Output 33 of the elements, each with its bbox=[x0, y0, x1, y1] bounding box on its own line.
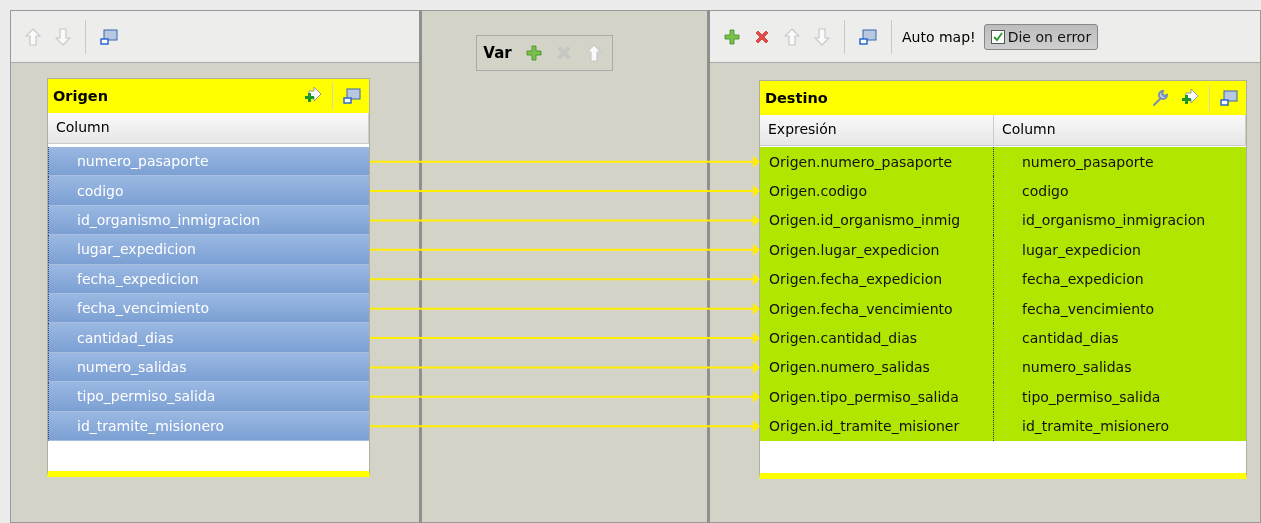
window-icon[interactable] bbox=[1220, 90, 1238, 106]
table-cell-text: id_organismo_inmigracion bbox=[1021, 212, 1206, 229]
table-cell-text: lugar_expedicion bbox=[1021, 241, 1141, 258]
checkmark-icon bbox=[992, 31, 1003, 42]
table-cell-text: numero_salidas bbox=[1021, 359, 1132, 376]
table-title: Origen bbox=[53, 88, 109, 104]
window-icon[interactable] bbox=[343, 88, 361, 104]
plus-icon[interactable] bbox=[525, 45, 542, 61]
expression-cell[interactable]: Origen.tipo_permiso_salida bbox=[760, 382, 994, 412]
table-cell-text: fecha_expedicion bbox=[1021, 271, 1144, 288]
table-cell-text: codigo bbox=[1021, 183, 1069, 200]
wrench-icon[interactable] bbox=[1151, 89, 1169, 107]
table-cell-text: cantidad_dias bbox=[1021, 330, 1119, 347]
plus-icon[interactable] bbox=[724, 28, 740, 45]
auto-map-link[interactable]: Auto map! bbox=[902, 28, 976, 45]
table-cell-text: id_tramite_misionero bbox=[1021, 418, 1169, 435]
expression-cell[interactable]: Origen.fecha_expedicion bbox=[760, 264, 994, 294]
column-header[interactable]: Column bbox=[994, 115, 1246, 145]
die-on-error-toggle[interactable]: Die on error bbox=[983, 23, 1099, 50]
table-cell-text: tipo_permiso_salida bbox=[1021, 388, 1161, 405]
window-icon[interactable] bbox=[859, 28, 877, 45]
expression-cell[interactable]: Origen.lugar_expedicion bbox=[760, 235, 994, 265]
window-icon[interactable] bbox=[100, 28, 118, 45]
expression-cell[interactable]: Origen.cantidad_dias bbox=[760, 323, 994, 353]
column-header[interactable]: Column bbox=[48, 113, 369, 143]
expression-cell[interactable]: Origen.codigo bbox=[760, 176, 994, 206]
table-title: Destino bbox=[765, 90, 829, 106]
column-header[interactable]: Expresión bbox=[760, 115, 994, 145]
table-cell-text: fecha_vencimiento bbox=[1021, 300, 1155, 317]
delete-icon[interactable] bbox=[754, 28, 770, 45]
var-title: Var bbox=[483, 44, 512, 62]
table-cell-text: numero_pasaporte bbox=[1021, 153, 1154, 170]
expression-cell[interactable]: Origen.id_tramite_misioner bbox=[760, 411, 994, 441]
